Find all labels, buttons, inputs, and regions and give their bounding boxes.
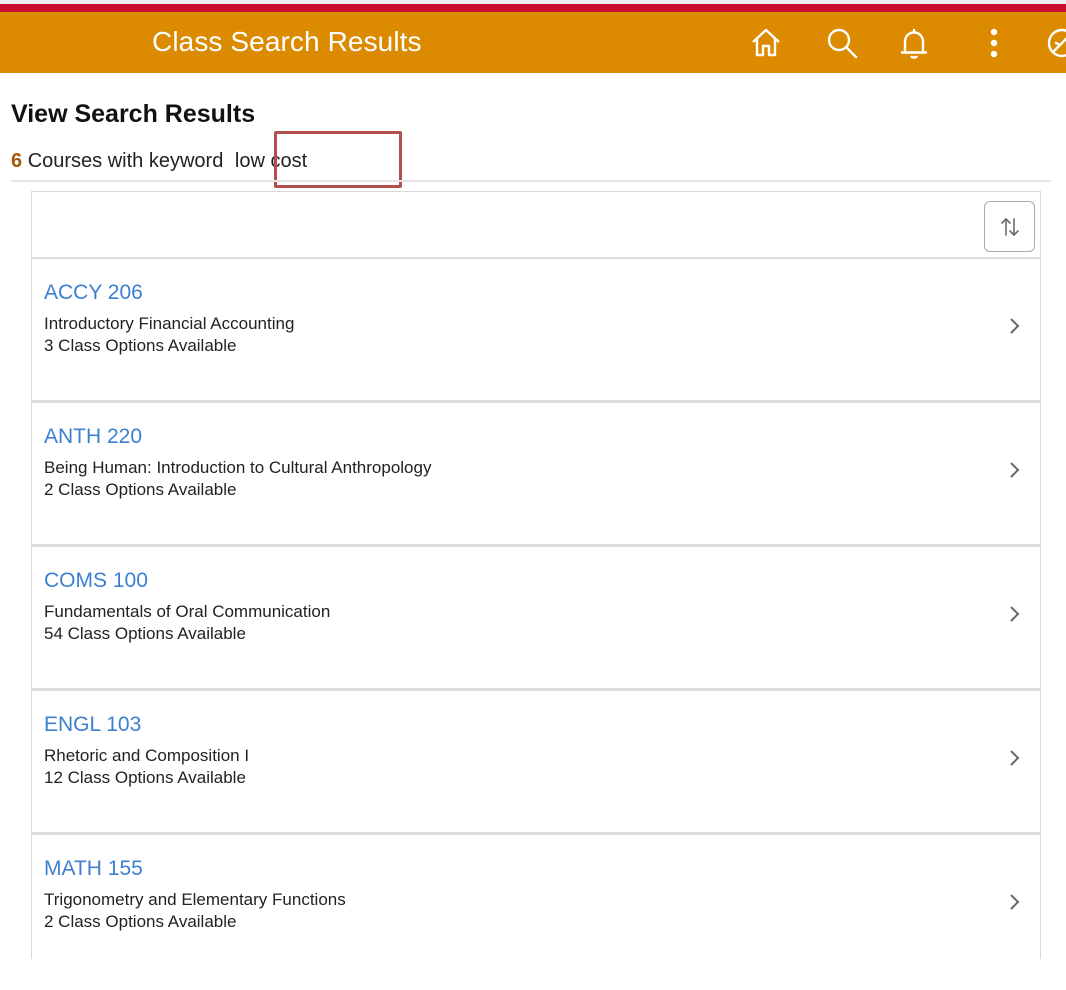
class-options-count: 54 Class Options Available <box>44 624 246 643</box>
sort-icon <box>1000 217 1019 236</box>
home-icon <box>752 28 780 57</box>
course-title: Rhetoric and Composition I <box>44 746 250 765</box>
summary-divider <box>11 180 1051 182</box>
navigator-button[interactable] <box>1044 25 1066 61</box>
summary-text: Courses with keyword <box>27 150 224 172</box>
notifications-button[interactable] <box>896 25 932 61</box>
course-title: Introductory Financial Accounting <box>44 314 295 333</box>
course-title: Being Human: Introduction to Cultural An… <box>44 458 432 477</box>
class-options-count: 3 Class Options Available <box>44 336 237 355</box>
chevron-right-icon <box>1010 894 1020 910</box>
course-code-link[interactable]: ANTH 220 <box>44 425 142 449</box>
results-summary: 6 Courses with keyword low cost <box>11 150 307 173</box>
chevron-right-icon <box>1010 318 1020 334</box>
bell-icon <box>901 29 927 59</box>
sort-button[interactable] <box>984 201 1035 252</box>
home-button[interactable] <box>748 25 784 61</box>
result-count: 6 <box>11 150 23 172</box>
course-results-list: ACCY 206 Introductory Financial Accounti… <box>31 191 1041 959</box>
chevron-right-icon <box>1010 750 1020 766</box>
search-keyword: low cost <box>234 150 308 172</box>
class-options-count: 12 Class Options Available <box>44 768 246 787</box>
course-code-link[interactable]: COMS 100 <box>44 569 148 593</box>
page-title: Class Search Results <box>152 26 422 57</box>
more-actions-button[interactable] <box>976 25 1012 61</box>
course-row[interactable]: COMS 100 Fundamentals of Oral Communicat… <box>31 547 1041 691</box>
more-vertical-icon <box>990 28 998 58</box>
navigation-icon <box>1047 28 1066 58</box>
class-options-count: 2 Class Options Available <box>44 912 237 931</box>
list-toolbar <box>31 191 1041 259</box>
app-header: Class Search Results <box>0 12 1066 73</box>
brand-accent-line <box>0 4 1066 12</box>
search-icon <box>827 28 858 59</box>
chevron-right-icon <box>1010 462 1020 478</box>
chevron-right-icon <box>1010 606 1020 622</box>
course-row[interactable]: MATH 155 Trigonometry and Elementary Fun… <box>31 835 1041 959</box>
course-row[interactable]: ENGL 103 Rhetoric and Composition I 12 C… <box>31 691 1041 835</box>
course-row[interactable]: ACCY 206 Introductory Financial Accounti… <box>31 259 1041 403</box>
course-title: Trigonometry and Elementary Functions <box>44 890 346 909</box>
course-title: Fundamentals of Oral Communication <box>44 602 331 621</box>
results-heading: View Search Results <box>11 100 256 128</box>
course-row[interactable]: ANTH 220 Being Human: Introduction to Cu… <box>31 403 1041 547</box>
class-options-count: 2 Class Options Available <box>44 480 237 499</box>
course-code-link[interactable]: ENGL 103 <box>44 713 141 737</box>
search-button[interactable] <box>824 25 860 61</box>
course-code-link[interactable]: ACCY 206 <box>44 281 143 305</box>
course-code-link[interactable]: MATH 155 <box>44 857 143 881</box>
